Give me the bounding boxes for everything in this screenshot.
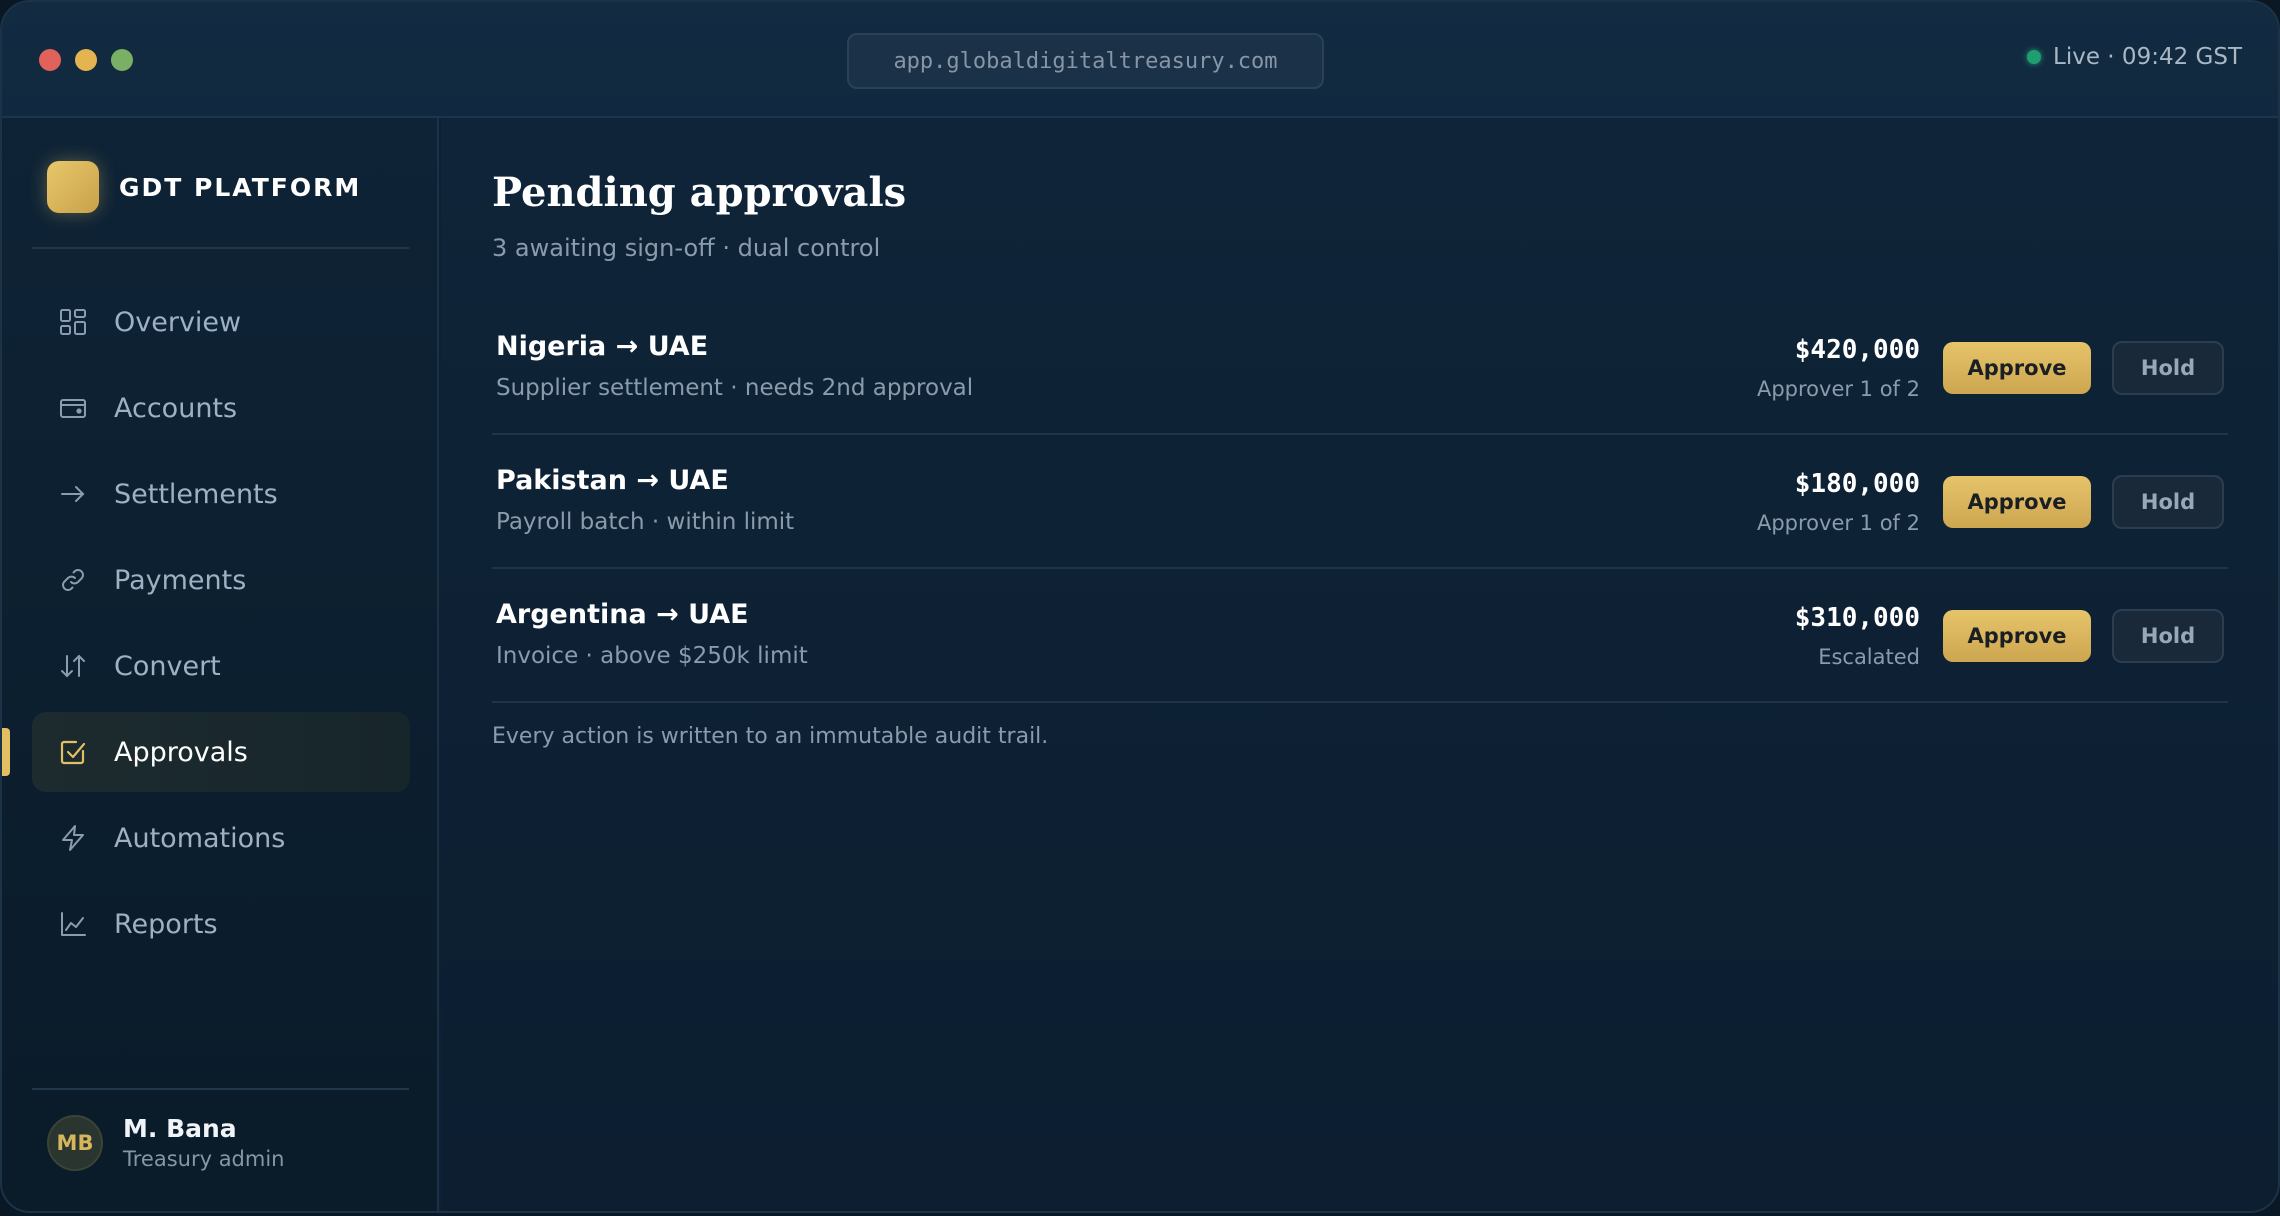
user-info: M. Bana Treasury admin — [123, 1114, 285, 1171]
sidebar-item-label: Automations — [114, 822, 286, 854]
approval-route: Nigeria → UAE — [496, 331, 709, 362]
link-icon — [58, 565, 88, 595]
minimize-window-button[interactable] — [75, 49, 97, 71]
sidebar-item-convert[interactable]: Convert — [32, 626, 410, 706]
app-window: app.globaldigitaltreasury.com Live · 09:… — [0, 0, 2280, 1213]
approval-row: Pakistan → UAE Payroll batch · within li… — [492, 435, 2228, 569]
lightning-icon — [58, 823, 88, 853]
swap-vertical-icon — [58, 651, 88, 681]
sidebar-item-approvals[interactable]: Approvals — [2, 712, 410, 792]
avatar: MB — [47, 1114, 103, 1171]
url-bar[interactable]: app.globaldigitaltreasury.com — [847, 33, 1324, 89]
sidebar-item-label: Accounts — [114, 392, 238, 424]
approve-button[interactable]: Approve — [1943, 476, 2091, 528]
brand[interactable]: GDT PLATFORM — [47, 161, 361, 213]
checkbox-icon — [58, 737, 88, 767]
sidebar-item-accounts[interactable]: Accounts — [32, 368, 410, 448]
user-name: M. Bana — [123, 1114, 237, 1143]
sidebar-item-label: Reports — [114, 908, 218, 940]
user-profile[interactable]: MB M. Bana Treasury admin — [47, 1114, 285, 1171]
line-chart-icon — [58, 909, 88, 939]
approvals-list: Nigeria → UAE Supplier settlement · need… — [492, 301, 2228, 703]
brand-name: GDT PLATFORM — [119, 172, 362, 202]
sidebar-item-payments[interactable]: Payments — [32, 540, 410, 620]
approval-description: Supplier settlement · needs 2nd approval — [496, 375, 974, 401]
sidebar-item-settlements[interactable]: Settlements — [32, 454, 410, 534]
sidebar-nav: Overview Accounts Settlements Payments C… — [2, 282, 410, 970]
user-role: Treasury admin — [123, 1147, 285, 1171]
approval-row: Argentina → UAE Invoice · above $250k li… — [492, 569, 2228, 703]
approval-row: Nigeria → UAE Supplier settlement · need… — [492, 301, 2228, 435]
hold-button[interactable]: Hold — [2112, 609, 2224, 663]
approval-amount: $420,000 — [1794, 335, 1920, 365]
sidebar-item-label: Convert — [114, 650, 221, 682]
hold-button[interactable]: Hold — [2112, 341, 2224, 395]
live-indicator-icon — [2027, 50, 2042, 64]
arrow-right-icon — [58, 479, 88, 509]
live-status: Live · 09:42 GST — [2027, 44, 2242, 70]
sidebar: GDT PLATFORM Overview Accounts Settlemen… — [2, 118, 439, 1211]
approval-description: Payroll batch · within limit — [496, 509, 795, 535]
approval-status: Approver 1 of 2 — [1756, 511, 1920, 535]
sidebar-item-label: Approvals — [114, 736, 248, 768]
approval-route: Pakistan → UAE — [496, 465, 729, 496]
approval-amount: $310,000 — [1794, 603, 1920, 633]
brand-logo-icon — [47, 161, 99, 213]
sidebar-item-overview[interactable]: Overview — [32, 282, 410, 362]
sidebar-item-label: Settlements — [114, 478, 278, 510]
wallet-icon — [58, 393, 88, 423]
approval-status: Approver 1 of 2 — [1756, 377, 1920, 401]
sidebar-divider — [32, 1088, 409, 1090]
sidebar-item-reports[interactable]: Reports — [32, 884, 410, 964]
hold-button[interactable]: Hold — [2112, 475, 2224, 529]
sidebar-item-automations[interactable]: Automations — [32, 798, 410, 878]
page-title: Pending approvals — [492, 169, 907, 216]
sidebar-item-label: Payments — [114, 564, 247, 596]
maximize-window-button[interactable] — [111, 49, 133, 71]
page-subtitle: 3 awaiting sign-off · dual control — [492, 234, 881, 262]
approval-route: Argentina → UAE — [496, 599, 749, 630]
approval-amount: $180,000 — [1794, 469, 1920, 499]
live-status-text: Live · 09:42 GST — [2053, 44, 2242, 70]
approval-status: Escalated — [1818, 645, 1920, 669]
close-window-button[interactable] — [39, 49, 61, 71]
audit-footnote: Every action is written to an immutable … — [492, 724, 1049, 749]
main-content: Pending approvals 3 awaiting sign-off · … — [441, 118, 2278, 1211]
window-controls — [39, 49, 133, 71]
grid-icon — [58, 307, 88, 337]
title-bar: app.globaldigitaltreasury.com Live · 09:… — [2, 2, 2278, 118]
approve-button[interactable]: Approve — [1943, 342, 2091, 394]
approve-button[interactable]: Approve — [1943, 610, 2091, 662]
sidebar-item-label: Overview — [114, 306, 242, 338]
sidebar-divider — [32, 247, 409, 249]
approval-description: Invoice · above $250k limit — [496, 643, 808, 669]
